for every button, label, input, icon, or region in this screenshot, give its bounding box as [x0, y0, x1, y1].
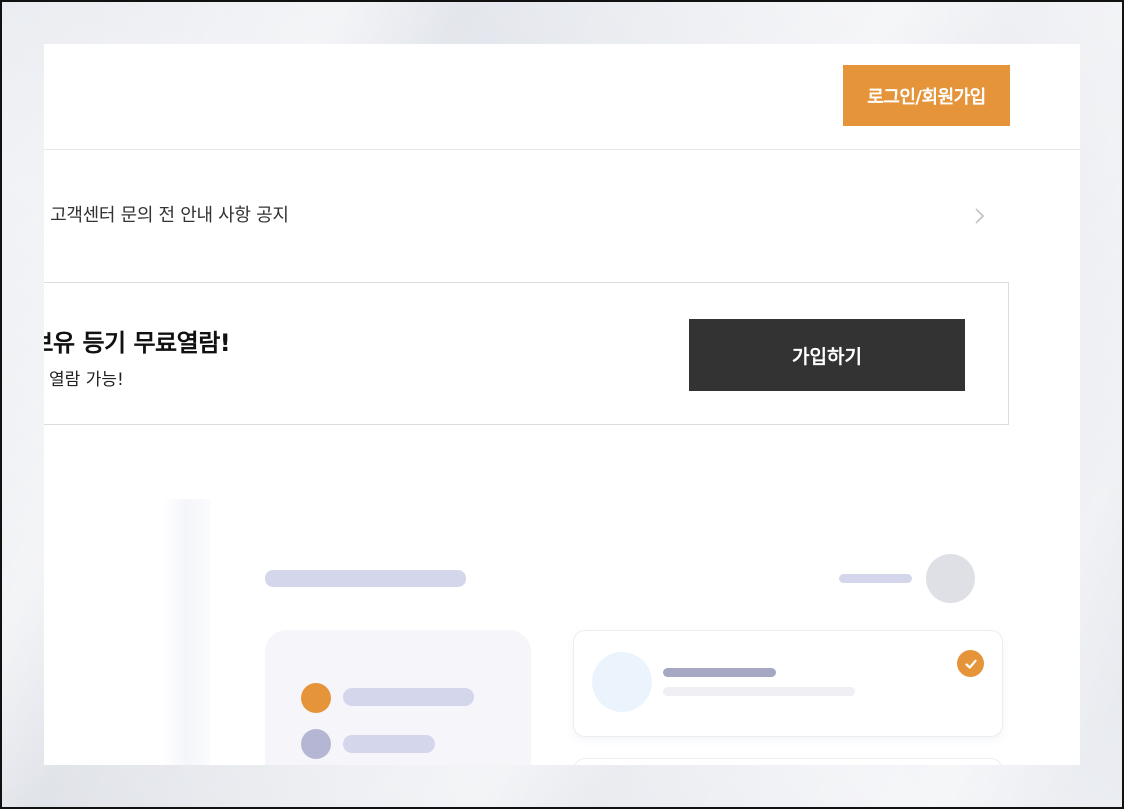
- login-signup-button[interactable]: 로그인/회원가입: [843, 65, 1010, 126]
- illustration-shadow: [162, 499, 210, 765]
- skeleton-dot-orange: [301, 683, 331, 713]
- skeleton-line: [663, 687, 855, 696]
- skeleton-title-bar: [265, 570, 466, 587]
- skeleton-dot-gray: [301, 729, 331, 759]
- skeleton-pill: [839, 574, 912, 583]
- skeleton-right-card: [573, 758, 1003, 765]
- check-mark-icon: [964, 659, 977, 669]
- banner-title: 집 보유 등기 무료열람!: [44, 329, 231, 357]
- check-icon: [957, 650, 984, 677]
- skeleton-circle: [592, 652, 652, 712]
- header: 로그인/회원가입: [44, 44, 1080, 150]
- notice-text: ] 고객센터 문의 전 안내 사항 공지: [44, 205, 289, 226]
- signup-banner: 집 보유 등기 무료열람! 를 열람 가능! 가입하기: [44, 282, 1009, 425]
- chevron-right-icon: [975, 208, 985, 224]
- skeleton-line: [663, 668, 776, 677]
- join-button[interactable]: 가입하기: [689, 319, 965, 391]
- notice-link[interactable]: ] 고객센터 문의 전 안내 사항 공지: [44, 194, 994, 238]
- skeleton-line: [343, 688, 474, 706]
- skeleton-line: [343, 735, 435, 753]
- banner-subtitle: 를 열람 가능!: [44, 370, 124, 390]
- skeleton-avatar: [926, 554, 975, 603]
- page-container: 로그인/회원가입 ] 고객센터 문의 전 안내 사항 공지 집 보유 등기 무료…: [44, 44, 1080, 765]
